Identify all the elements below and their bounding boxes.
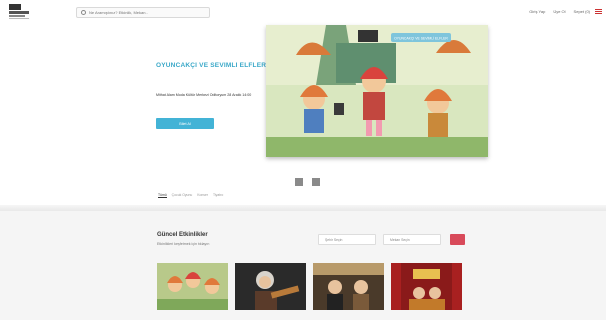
tab-children[interactable]: Çocuk Oyunu <box>172 193 193 198</box>
search-bar[interactable] <box>76 7 210 18</box>
event-card-image <box>391 263 462 310</box>
event-card[interactable] <box>313 263 384 310</box>
site-header: Giriş Yap Üye Ol Sepet (0) <box>0 0 606 24</box>
filter-button[interactable] <box>450 234 465 245</box>
venue-select[interactable]: Mekan Seçin <box>383 234 441 245</box>
hero-subtitle: Mithat Alam Moda Kültür Merkezi Oditoryu… <box>156 93 252 97</box>
category-tabs: Tümü Çocuk Oyunu Konser Tiyatro <box>158 193 223 198</box>
nav-register[interactable]: Üye Ol <box>553 9 565 14</box>
event-card-image <box>235 263 306 310</box>
top-nav: Giriş Yap Üye Ol Sepet (0) <box>529 9 590 14</box>
events-section: Güncel Etkinlikler Etkinlikleri keşfetme… <box>0 211 606 320</box>
hero-title: Oyuncakçı ve Sevimli Elfler <box>156 62 267 69</box>
tab-concert[interactable]: Konser <box>197 193 208 198</box>
site-logo[interactable] <box>9 4 29 20</box>
menu-icon[interactable] <box>595 9 602 15</box>
hero-poster-illustration: OYUNCAKÇI VE SEVİMLİ ELFLER <box>266 25 488 157</box>
search-icon <box>81 10 86 15</box>
slider-next-button[interactable] <box>312 178 320 186</box>
event-card-image <box>313 263 384 310</box>
poster-badge-text: OYUNCAKÇI VE SEVİMLİ ELFLER <box>394 36 448 41</box>
tab-all[interactable]: Tümü <box>158 193 167 198</box>
search-input[interactable] <box>89 8 207 17</box>
slider-prev-button[interactable] <box>295 178 303 186</box>
event-card-image <box>157 263 228 310</box>
event-cards <box>157 263 462 310</box>
tab-theatre[interactable]: Tiyatro <box>213 193 223 198</box>
hero-ticket-button[interactable]: Bilet Al <box>156 118 214 129</box>
event-card[interactable] <box>157 263 228 310</box>
event-card[interactable] <box>391 263 462 310</box>
events-subtitle: Etkinlikleri keşfetmek için tıklayın <box>157 242 210 246</box>
hero-poster[interactable]: OYUNCAKÇI VE SEVİMLİ ELFLER <box>266 25 488 157</box>
city-select[interactable]: Şehir Seçin <box>318 234 376 245</box>
nav-cart[interactable]: Sepet (0) <box>574 9 590 14</box>
events-title: Güncel Etkinlikler <box>157 232 208 238</box>
nav-login[interactable]: Giriş Yap <box>529 9 545 14</box>
event-card[interactable] <box>235 263 306 310</box>
